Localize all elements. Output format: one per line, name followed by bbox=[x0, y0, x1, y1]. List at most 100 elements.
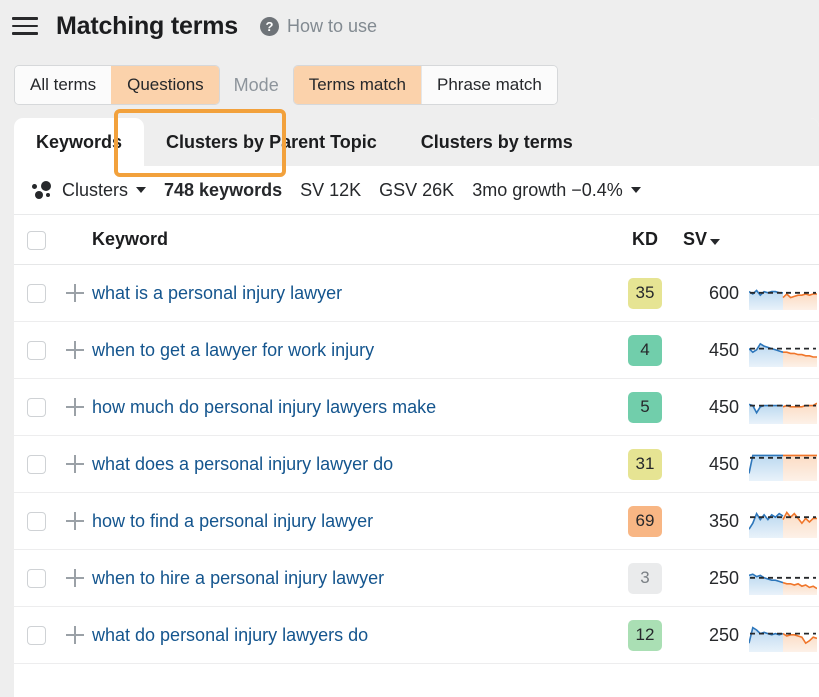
trend-sparkline bbox=[745, 493, 819, 550]
page-title: Matching terms bbox=[56, 12, 238, 41]
table-row[interactable]: what does a personal injury lawyer do 31 4… bbox=[14, 436, 819, 493]
table-header-row: Keyword KD SV bbox=[14, 215, 819, 265]
filter-all-terms[interactable]: All terms bbox=[15, 66, 111, 104]
kd-cell: 31 bbox=[607, 436, 683, 493]
keyword-cell: how much do personal injury lawyers make bbox=[92, 379, 607, 436]
keyword-link[interactable]: what is a personal injury lawyer bbox=[92, 283, 342, 303]
top-bar: Matching terms ? How to use bbox=[0, 0, 819, 52]
row-add-cell bbox=[58, 493, 92, 550]
table-row[interactable]: when to hire a personal injury lawyer 3 25… bbox=[14, 550, 819, 607]
plus-icon[interactable] bbox=[66, 341, 84, 359]
table-row[interactable]: what is a personal injury lawyer 35600 bbox=[14, 265, 819, 322]
row-checkbox[interactable] bbox=[27, 341, 46, 360]
row-checkbox[interactable] bbox=[27, 512, 46, 531]
row-add-cell bbox=[58, 379, 92, 436]
keywords-count: 748 keywords bbox=[164, 180, 282, 201]
plus-icon[interactable] bbox=[66, 398, 84, 416]
keyword-link[interactable]: when to hire a personal injury lawyer bbox=[92, 568, 384, 588]
row-add-cell bbox=[58, 436, 92, 493]
question-circle-icon: ? bbox=[260, 17, 279, 36]
gsv-total: GSV 26K bbox=[379, 180, 454, 201]
results-panel: Keywords Clusters by Parent Topic Cluste… bbox=[14, 118, 819, 697]
column-header-keyword[interactable]: Keyword bbox=[92, 215, 607, 265]
sv-cell: 250 bbox=[683, 550, 745, 607]
row-checkbox[interactable] bbox=[27, 626, 46, 645]
table-row[interactable]: when to get a lawyer for work injury 4 450 bbox=[14, 322, 819, 379]
select-all-checkbox[interactable] bbox=[27, 231, 46, 250]
tab-clusters-by-parent-topic[interactable]: Clusters by Parent Topic bbox=[144, 118, 399, 166]
tab-clusters-by-terms[interactable]: Clusters by terms bbox=[399, 118, 595, 166]
keyword-link[interactable]: when to get a lawyer for work injury bbox=[92, 340, 374, 360]
trend-sparkline bbox=[745, 322, 819, 379]
row-select-cell bbox=[14, 322, 58, 379]
clusters-dots-icon bbox=[32, 181, 54, 199]
keyword-cell: how to find a personal injury lawyer bbox=[92, 493, 607, 550]
row-add-cell bbox=[58, 550, 92, 607]
hamburger-icon[interactable] bbox=[12, 13, 38, 39]
row-checkbox[interactable] bbox=[27, 284, 46, 303]
trend-sparkline bbox=[745, 436, 819, 493]
filter-row: All terms Questions Mode Terms match Phr… bbox=[0, 52, 819, 118]
clusters-dropdown[interactable]: Clusters bbox=[32, 180, 146, 201]
sv-cell: 450 bbox=[683, 322, 745, 379]
kd-cell: 5 bbox=[607, 379, 683, 436]
keyword-cell: what is a personal injury lawyer bbox=[92, 265, 607, 322]
growth-dropdown[interactable]: 3mo growth −0.4% bbox=[472, 180, 641, 201]
table-body: what is a personal injury lawyer35600whe… bbox=[14, 265, 819, 664]
keyword-cell: when to get a lawyer for work injury bbox=[92, 322, 607, 379]
kd-badge: 69 bbox=[628, 506, 662, 537]
sort-desc-icon bbox=[710, 239, 720, 245]
trend-sparkline bbox=[745, 550, 819, 607]
table-row[interactable]: how to find a personal injury lawyer6935… bbox=[14, 493, 819, 550]
row-select-cell bbox=[14, 607, 58, 664]
row-select-cell bbox=[14, 265, 58, 322]
kd-badge: 3 bbox=[628, 563, 662, 594]
sv-total: SV 12K bbox=[300, 180, 361, 201]
plus-icon[interactable] bbox=[66, 512, 84, 530]
trend-sparkline bbox=[745, 379, 819, 436]
keyword-cell: what does a personal injury lawyer do bbox=[92, 436, 607, 493]
column-header-kd[interactable]: KD bbox=[607, 215, 683, 265]
keyword-link[interactable]: what do personal injury lawyers do bbox=[92, 625, 368, 645]
column-header-sv[interactable]: SV bbox=[683, 215, 745, 265]
row-checkbox[interactable] bbox=[27, 398, 46, 417]
how-to-use-label: How to use bbox=[287, 16, 377, 37]
plus-icon[interactable] bbox=[66, 284, 84, 302]
row-select-cell bbox=[14, 379, 58, 436]
plus-icon[interactable] bbox=[66, 455, 84, 473]
sv-cell: 450 bbox=[683, 436, 745, 493]
row-checkbox[interactable] bbox=[27, 569, 46, 588]
row-checkbox[interactable] bbox=[27, 455, 46, 474]
table-row[interactable]: what do personal injury lawyers do 12 250 bbox=[14, 607, 819, 664]
kd-badge: 4 bbox=[628, 335, 662, 366]
table-row[interactable]: how much do personal injury lawyers make… bbox=[14, 379, 819, 436]
filter-terms-match[interactable]: Terms match bbox=[294, 66, 421, 104]
filter-questions[interactable]: Questions bbox=[111, 66, 219, 104]
plus-icon[interactable] bbox=[66, 626, 84, 644]
chevron-down-icon bbox=[631, 187, 641, 193]
mode-segmented-control: Terms match Phrase match bbox=[293, 65, 558, 105]
mode-label: Mode bbox=[234, 75, 279, 96]
kd-cell: 69 bbox=[607, 493, 683, 550]
sv-cell: 600 bbox=[683, 265, 745, 322]
keyword-link[interactable]: how to find a personal injury lawyer bbox=[92, 511, 373, 531]
kd-cell: 12 bbox=[607, 607, 683, 664]
sv-cell: 250 bbox=[683, 607, 745, 664]
row-select-cell bbox=[14, 550, 58, 607]
trend-sparkline bbox=[745, 265, 819, 322]
plus-icon[interactable] bbox=[66, 569, 84, 587]
keyword-link[interactable]: what does a personal injury lawyer do bbox=[92, 454, 393, 474]
keyword-cell: when to hire a personal injury lawyer bbox=[92, 550, 607, 607]
chevron-down-icon bbox=[136, 187, 146, 193]
filter-phrase-match[interactable]: Phrase match bbox=[421, 66, 557, 104]
tab-keywords[interactable]: Keywords bbox=[14, 118, 144, 166]
how-to-use-link[interactable]: ? How to use bbox=[260, 16, 377, 37]
kd-badge: 12 bbox=[628, 620, 662, 651]
keywords-table: Keyword KD SV what is a personal injury … bbox=[14, 215, 819, 664]
keyword-link[interactable]: how much do personal injury lawyers make bbox=[92, 397, 436, 417]
kd-cell: 35 bbox=[607, 265, 683, 322]
keyword-cell: what do personal injury lawyers do bbox=[92, 607, 607, 664]
row-select-cell bbox=[14, 436, 58, 493]
kd-badge: 31 bbox=[628, 449, 662, 480]
row-add-cell bbox=[58, 265, 92, 322]
